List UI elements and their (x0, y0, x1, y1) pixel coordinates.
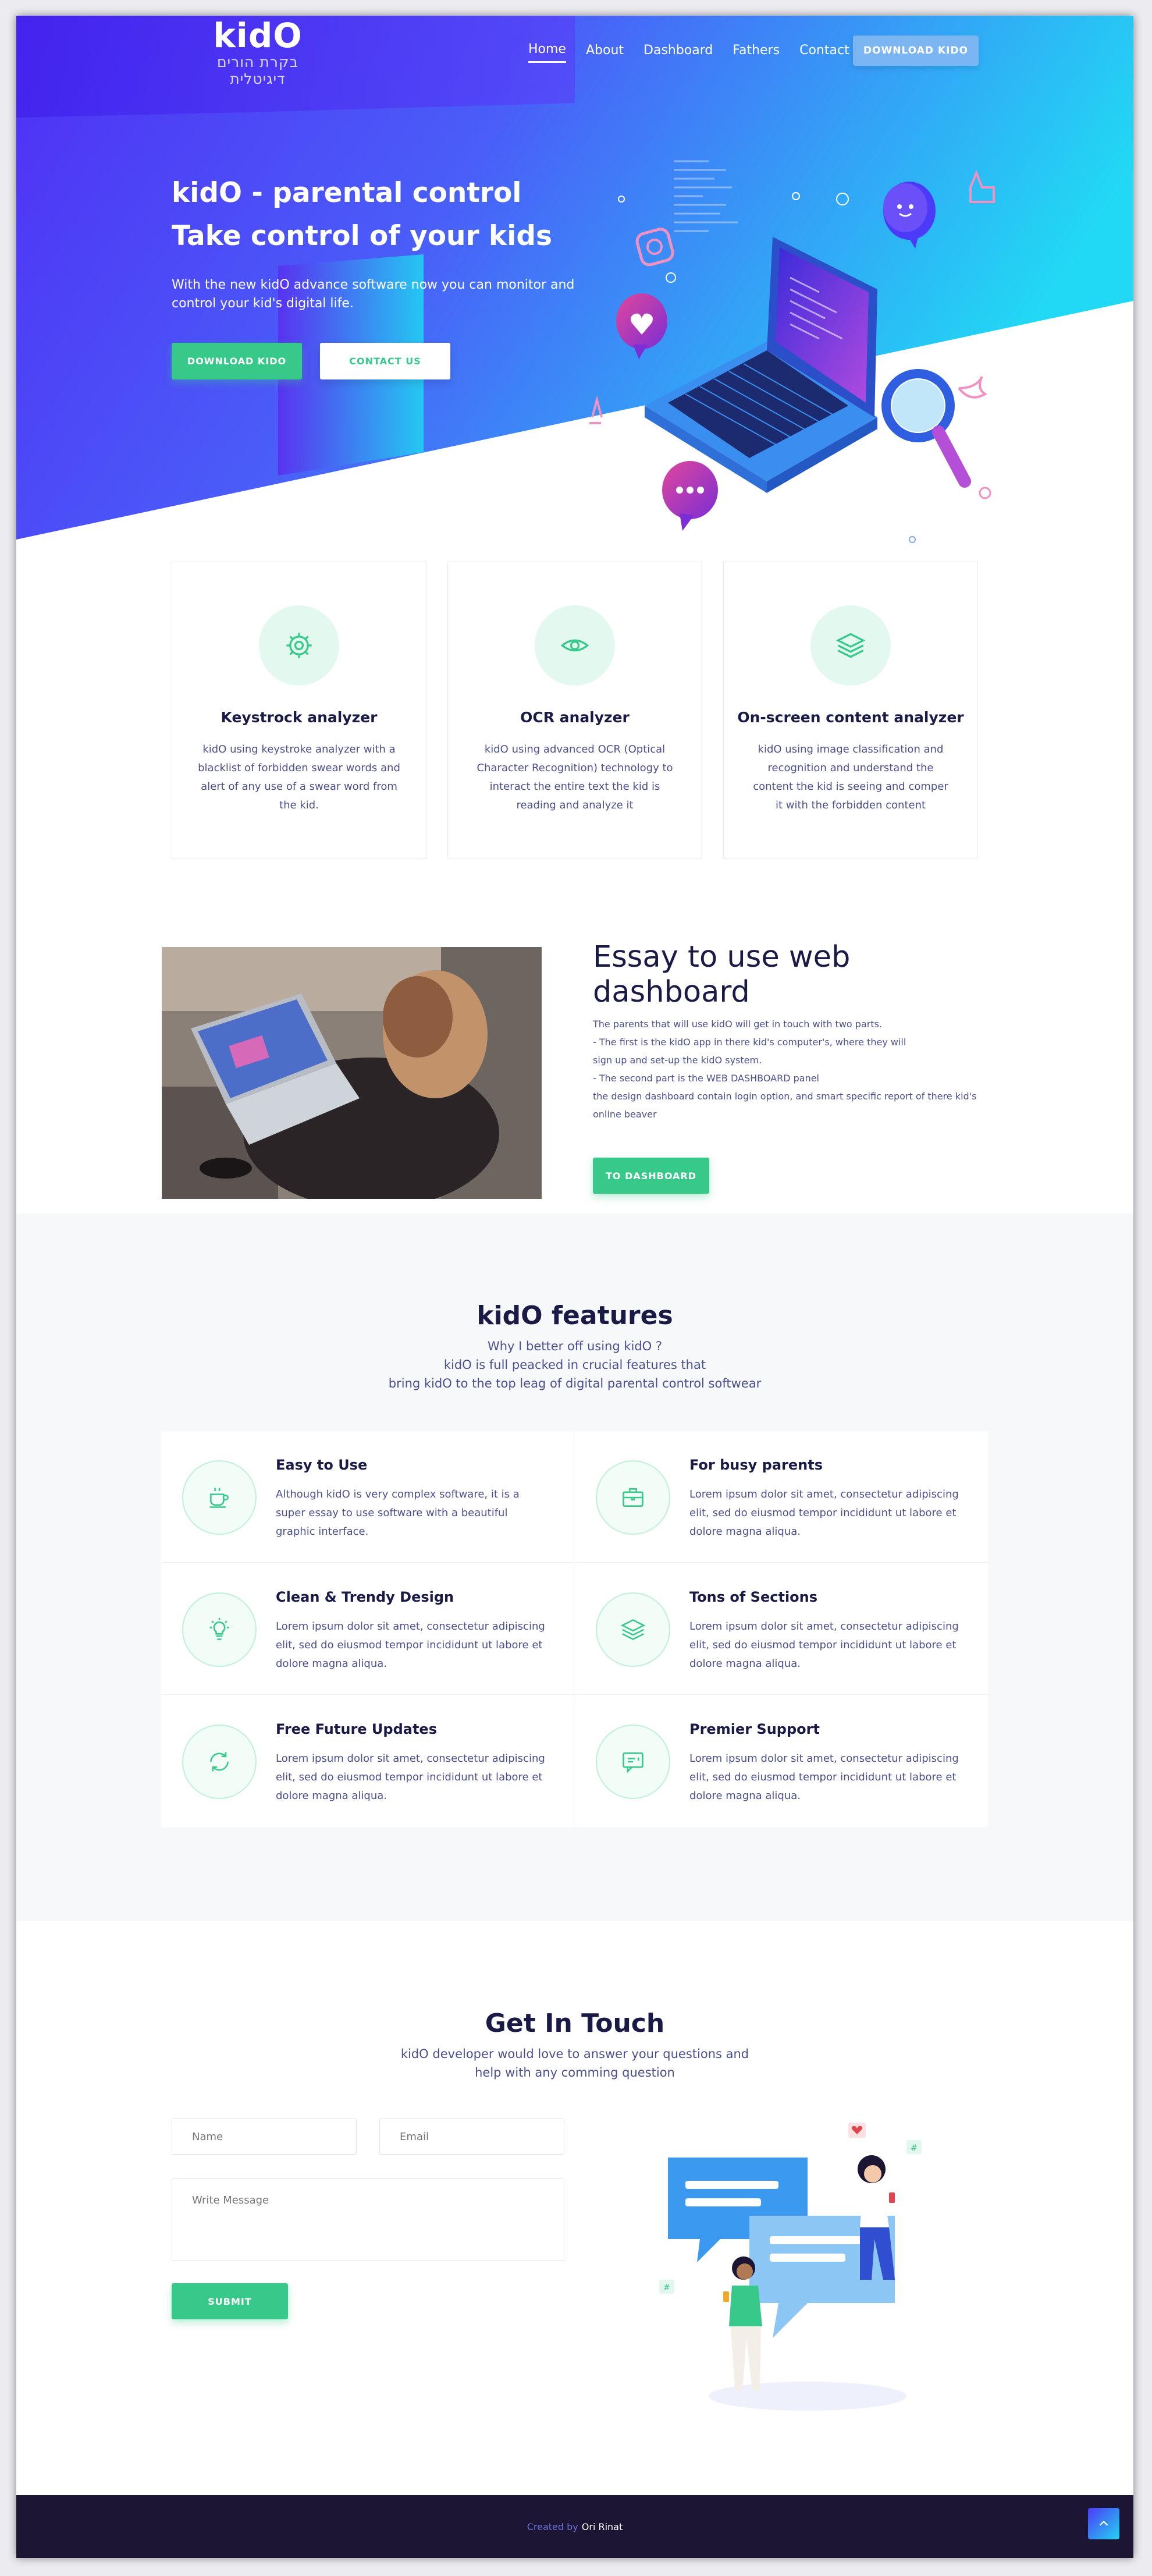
name-input[interactable] (172, 2119, 357, 2155)
feature-item: Easy to Use Although kidO is very comple… (161, 1431, 574, 1563)
refresh-icon (182, 1725, 257, 1799)
feature-title: Clean & Trendy Design (276, 1589, 454, 1605)
essay-line: sign up and set-up the kidO system. (593, 1055, 762, 1066)
hero-download-button[interactable]: DOWNLOAD KIDO (172, 343, 302, 379)
features-grid: Easy to Use Although kidO is very comple… (161, 1431, 988, 1827)
nav-fathers[interactable]: Fathers (733, 43, 780, 62)
contact-sub-line: kidO developer would love to answer your… (400, 2047, 749, 2061)
card-ocr: OCR analyzer kidO using advanced OCR (Op… (447, 562, 702, 858)
brand-name: kidO (213, 16, 303, 55)
card-title: On-screen content analyzer (737, 709, 964, 726)
features-subtitle: Why I better off using kidO ? kidO is fu… (16, 1337, 1133, 1393)
feature-text: Lorem ipsum dolor sit amet, consectetur … (689, 1488, 959, 1538)
card-text: kidO using image classification and reco… (753, 743, 948, 811)
feature-text: Lorem ipsum dolor sit amet, consectetur … (689, 1620, 959, 1670)
feature-item: Premier Support Lorem ipsum dolor sit am… (575, 1695, 988, 1827)
feature-item: For busy parents Lorem ipsum dolor sit a… (575, 1431, 988, 1563)
hero-title-line2: Take control of your kids (172, 220, 552, 252)
feature-item: Free Future Updates Lorem ipsum dolor si… (161, 1695, 574, 1827)
feature-title: Free Future Updates (276, 1721, 437, 1737)
cup-icon (182, 1460, 257, 1535)
features-sub-line: bring kidO to the top leag of digital pa… (388, 1376, 762, 1390)
nav-home[interactable]: Home (528, 42, 566, 63)
page-frame: kidO בקרת הורים דיגיטלית Home About Dash… (16, 16, 1133, 2558)
feature-title: Premier Support (689, 1721, 820, 1737)
card-text: kidO using keystroke analyzer with a bla… (198, 743, 400, 811)
arrow-up-icon (1099, 2520, 1108, 2526)
contact-subtitle: kidO developer would love to answer your… (16, 2045, 1133, 2082)
feature-text: Although kidO is very complex software, … (276, 1488, 520, 1538)
to-dashboard-button[interactable]: TO DASHBOARD (593, 1158, 709, 1194)
essay-line: online beaver (593, 1109, 657, 1120)
layers-icon (810, 605, 891, 686)
card-title: Keystrock analyzer (221, 709, 378, 726)
essay-line: the design dashboard contain login optio… (593, 1091, 977, 1102)
essay-line: - The second part is the WEB DASHBOARD p… (593, 1073, 819, 1084)
girl-laptop-photo (162, 947, 542, 1199)
message-textarea[interactable] (172, 2178, 564, 2261)
feature-item: Tons of Sections Lorem ipsum dolor sit a… (575, 1563, 988, 1695)
contact-sub-line: help with any comming question (475, 2066, 675, 2080)
gear-icon (259, 605, 339, 686)
card-text: kidO using advanced OCR (Optical Charact… (477, 743, 673, 811)
hero-description: With the new kidO advance software now y… (172, 278, 575, 311)
feature-item: Clean & Trendy Design Lorem ipsum dolor … (161, 1563, 574, 1695)
footer: Created by Ori Rinat (16, 2495, 1133, 2558)
essay-line: The parents that will use kidO will get … (593, 1019, 883, 1030)
footer-author[interactable]: Ori Rinat (582, 2521, 623, 2532)
briefcase-icon (596, 1460, 670, 1535)
lightbulb-icon (182, 1592, 257, 1667)
brand-logo[interactable]: kidO בקרת הורים דיגיטלית (198, 18, 317, 87)
feature-title: Tons of Sections (689, 1589, 818, 1605)
chat-illustration: # # (659, 2123, 922, 2411)
card-onscreen: On-screen content analyzer kidO using im… (723, 562, 978, 858)
essay-line: - The first is the kidO app in there kid… (593, 1037, 906, 1048)
hero-contact-button[interactable]: CONTACT US (320, 343, 450, 379)
essay-title: Essay to use web dashboard (593, 940, 851, 1009)
feature-title: For busy parents (689, 1457, 823, 1473)
laptop-illustration (589, 160, 995, 543)
card-title: OCR analyzer (520, 709, 630, 726)
svg-text:#: # (911, 2144, 918, 2153)
hero-title: kidO - parental control Take control of … (172, 172, 552, 258)
feature-text: Lorem ipsum dolor sit amet, consectetur … (276, 1620, 545, 1670)
feature-text: Lorem ipsum dolor sit amet, consectetur … (689, 1752, 959, 1802)
features-sub-line: kidO is full peacked in crucial features… (443, 1358, 706, 1372)
features-title: kidO features (477, 1301, 673, 1330)
layers-icon (596, 1592, 670, 1667)
hero-title-line1: kidO - parental control (172, 177, 522, 209)
nav-contact[interactable]: Contact (799, 43, 849, 62)
svg-text:#: # (663, 2283, 670, 2293)
eye-icon (535, 605, 615, 686)
nav-dashboard[interactable]: Dashboard (643, 43, 713, 62)
essay-description: The parents that will use kidO will get … (593, 1015, 1035, 1123)
chat-icon (596, 1725, 670, 1799)
feature-title: Easy to Use (276, 1457, 368, 1473)
submit-button[interactable]: SUBMIT (172, 2283, 288, 2319)
feature-text: Lorem ipsum dolor sit amet, consectetur … (276, 1752, 545, 1802)
email-input[interactable] (379, 2119, 564, 2155)
card-keystroke: Keystrock analyzer kidO using keystroke … (172, 562, 426, 858)
nav-about[interactable]: About (586, 43, 624, 62)
footer-prefix: Created by (527, 2521, 578, 2532)
brand-subtitle: בקרת הורים דיגיטלית (216, 53, 299, 87)
features-sub-line: Why I better off using kidO ? (487, 1339, 663, 1353)
main-nav: Home About Dashboard Fathers Contact (528, 42, 869, 63)
contact-title: Get In Touch (485, 2009, 665, 2038)
scroll-top-button[interactable] (1088, 2508, 1119, 2539)
nav-download-button[interactable]: DOWNLOAD KIDO (853, 36, 979, 66)
